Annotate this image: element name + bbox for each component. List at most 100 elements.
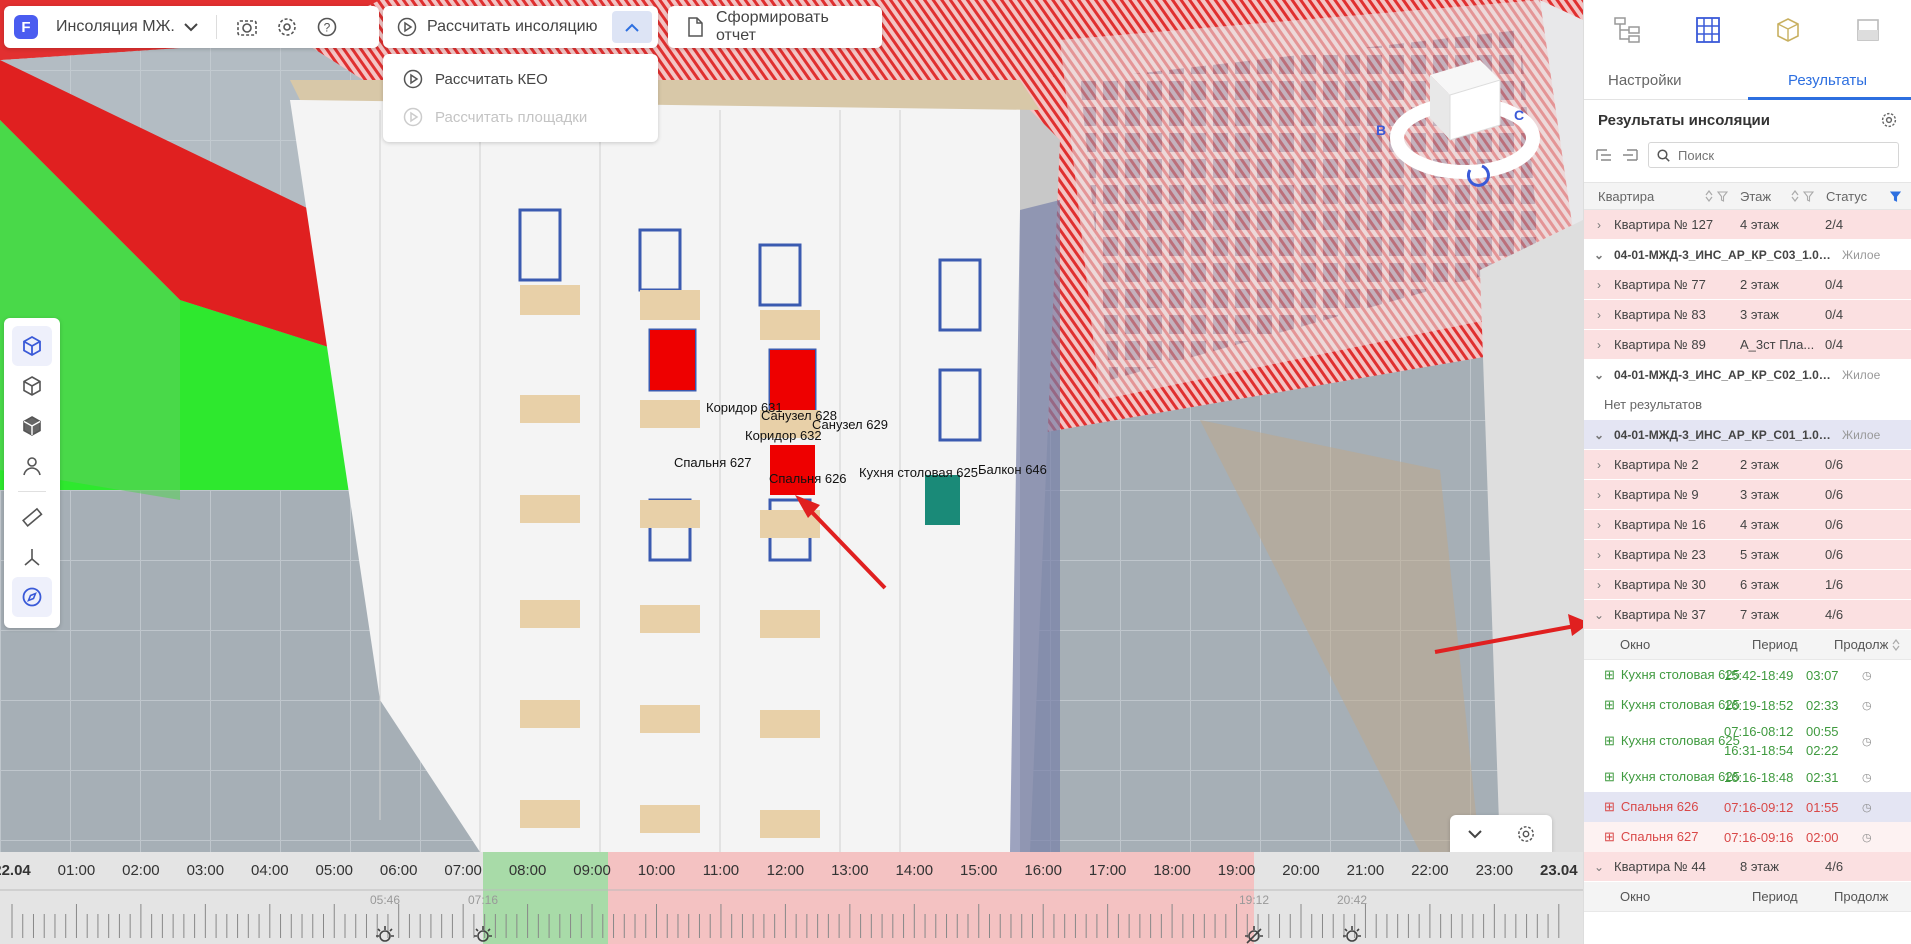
empty-result-row[interactable]: Нет результатов: [1584, 390, 1911, 420]
chevron-right-icon[interactable]: ›: [1584, 338, 1614, 352]
col-apartment[interactable]: Квартира: [1584, 189, 1728, 204]
sort-icon[interactable]: [1705, 190, 1713, 202]
apartment-row[interactable]: ⌄ Квартира № 37 7 этаж 4/6: [1584, 600, 1911, 630]
insolation-end-marker[interactable]: 19:12: [1239, 893, 1269, 907]
timeline-hour-label: 06:00: [379, 862, 418, 879]
cube-sun-icon[interactable]: [1768, 12, 1808, 48]
chevron-down-icon[interactable]: ⌄: [1584, 608, 1614, 622]
window-icon[interactable]: [1848, 12, 1888, 48]
gear-icon[interactable]: [267, 7, 307, 47]
chevron-down-icon[interactable]: [1467, 829, 1482, 839]
building-group-row[interactable]: ⌄ 04-01-МЖД-3_ИНС_АР_КР_С03_1.0_R24... Жил…: [1584, 240, 1911, 270]
apartment-row[interactable]: › Квартира № 127 4 этаж 2/4: [1584, 210, 1911, 240]
col-window[interactable]: Окно: [1620, 889, 1752, 904]
sunset-marker[interactable]: 20:42: [1337, 893, 1367, 907]
chevron-down-icon[interactable]: ⌄: [1584, 248, 1614, 262]
search-field[interactable]: [1648, 142, 1899, 168]
building-type: Жилое: [1842, 427, 1881, 442]
clock-icon[interactable]: ◷: [1862, 801, 1882, 814]
tab-settings[interactable]: Настройки: [1608, 72, 1682, 89]
sunrise-marker[interactable]: 05:46: [370, 893, 400, 907]
3d-viewport[interactable]: В С: [0, 0, 1583, 852]
col-duration[interactable]: Продолж: [1834, 889, 1892, 904]
grid-table-icon[interactable]: [1688, 12, 1728, 48]
apartment-row[interactable]: › Квартира № 23 5 этаж 0/6: [1584, 540, 1911, 570]
calc-menu-toggle[interactable]: [612, 11, 652, 43]
window-expand-icon[interactable]: ⊞: [1604, 829, 1615, 845]
chevron-down-icon[interactable]: ⌄: [1584, 368, 1614, 382]
window-expand-icon[interactable]: ⊞: [1604, 799, 1615, 815]
chevron-right-icon[interactable]: ›: [1584, 518, 1614, 532]
report-button[interactable]: Сформировать отчет: [668, 6, 882, 48]
window-row[interactable]: ⊞ Кухня столовая 625 07:16-08:12 16:31-18:5…: [1584, 720, 1911, 762]
sort-icon[interactable]: [1791, 190, 1799, 202]
clock-icon[interactable]: ◷: [1862, 699, 1882, 712]
apartment-row[interactable]: › Квартира № 77 2 этаж 0/4: [1584, 270, 1911, 300]
col-window[interactable]: Окно: [1620, 637, 1752, 652]
menu-item-calc-keo[interactable]: Рассчитать КЕО: [383, 60, 658, 98]
collapse-all-icon[interactable]: [1596, 148, 1612, 162]
ruler-icon[interactable]: [12, 497, 52, 537]
clock-icon[interactable]: ◷: [1862, 771, 1882, 784]
apartment-row[interactable]: › Квартира № 30 6 этаж 1/6: [1584, 570, 1911, 600]
chevron-down-icon[interactable]: ⌄: [1584, 428, 1614, 442]
window-row[interactable]: ⊞ Кухня столовая 625 15:42-18:49 03:07 ◷: [1584, 660, 1911, 690]
insolation-start-marker[interactable]: 07:16: [468, 893, 498, 907]
clock-icon[interactable]: ◷: [1862, 831, 1882, 844]
chevron-right-icon[interactable]: ›: [1584, 458, 1614, 472]
chevron-right-icon[interactable]: ›: [1584, 488, 1614, 502]
sun-timeline[interactable]: 22.04 01:00 02:00 03:00 04:00 05:00 06:00 07:00…: [0, 852, 1583, 944]
window-expand-icon[interactable]: ⊞: [1604, 769, 1615, 785]
col-status[interactable]: Статус: [1814, 189, 1911, 204]
window-expand-icon[interactable]: ⊞: [1604, 733, 1615, 749]
chevron-down-icon[interactable]: [176, 22, 206, 32]
clock-icon[interactable]: ◷: [1862, 735, 1882, 748]
gear-icon[interactable]: [1517, 825, 1535, 843]
axes-icon[interactable]: [12, 537, 52, 577]
chevron-right-icon[interactable]: ›: [1584, 278, 1614, 292]
tab-results[interactable]: Результаты: [1788, 72, 1867, 89]
person-icon[interactable]: [12, 446, 52, 486]
help-icon[interactable]: ?: [307, 7, 347, 47]
app-logo[interactable]: F: [14, 15, 38, 39]
filter-icon[interactable]: [1717, 190, 1728, 202]
screenshot-icon[interactable]: [227, 7, 267, 47]
col-period[interactable]: Период: [1752, 637, 1834, 652]
window-expand-icon[interactable]: ⊞: [1604, 667, 1615, 683]
apartment-row[interactable]: › Квартира № 2 2 этаж 0/6: [1584, 450, 1911, 480]
chevron-right-icon[interactable]: ›: [1584, 578, 1614, 592]
calc-insolation-button[interactable]: Рассчитать инсоляцию: [383, 6, 612, 48]
apartment-row[interactable]: › Квартира № 16 4 этаж 0/6: [1584, 510, 1911, 540]
window-row[interactable]: ⊞ Спальня 627 07:16-09:16 02:00 ◷: [1584, 822, 1911, 852]
search-input[interactable]: [1678, 147, 1890, 163]
compass-icon[interactable]: [12, 577, 52, 617]
chevron-down-icon[interactable]: ⌄: [1584, 860, 1614, 874]
project-title[interactable]: Инсоляция МЖ...: [56, 18, 176, 36]
building-group-row[interactable]: ⌄ 04-01-МЖД-3_ИНС_АР_КР_С02_1.0_R24... Жил…: [1584, 360, 1911, 390]
orbit-cube-icon[interactable]: [12, 326, 52, 366]
window-row[interactable]: ⊞ Кухня столовая 625 16:16-18:48 02:31 ◷: [1584, 762, 1911, 792]
gear-icon[interactable]: [1881, 112, 1897, 128]
filter-active-icon[interactable]: [1890, 190, 1901, 202]
building-group-row[interactable]: ⌄ 04-01-МЖД-3_ИНС_АР_КР_С01_1.0_R24... Жил…: [1584, 420, 1911, 450]
window-expand-icon[interactable]: ⊞: [1604, 697, 1615, 713]
apartment-row[interactable]: › Квартира № 89 А_3ст Пла... 0/4: [1584, 330, 1911, 360]
apartment-row[interactable]: › Квартира № 9 3 этаж 0/6: [1584, 480, 1911, 510]
solid-box-icon[interactable]: [12, 406, 52, 446]
tree-structure-icon[interactable]: [1608, 12, 1648, 48]
col-period[interactable]: Период: [1752, 889, 1834, 904]
box-icon[interactable]: [12, 366, 52, 406]
filter-icon[interactable]: [1803, 190, 1814, 202]
chevron-right-icon[interactable]: ›: [1584, 548, 1614, 562]
expand-all-icon[interactable]: [1622, 148, 1638, 162]
sort-icon[interactable]: [1892, 638, 1900, 651]
apartment-row[interactable]: › Квартира № 83 3 этаж 0/4: [1584, 300, 1911, 330]
chevron-right-icon[interactable]: ›: [1584, 308, 1614, 322]
window-row[interactable]: ⊞ Спальня 626 07:16-09:12 01:55 ◷: [1584, 792, 1911, 822]
chevron-right-icon[interactable]: ›: [1584, 218, 1614, 232]
apartment-row[interactable]: ⌄ Квартира № 44 8 этаж 4/6: [1584, 852, 1911, 882]
col-floor[interactable]: Этаж: [1728, 189, 1814, 204]
window-row[interactable]: ⊞ Кухня столовая 625 16:19-18:52 02:33 ◷: [1584, 690, 1911, 720]
clock-icon[interactable]: ◷: [1862, 669, 1882, 682]
col-duration[interactable]: Продолж: [1834, 637, 1892, 652]
